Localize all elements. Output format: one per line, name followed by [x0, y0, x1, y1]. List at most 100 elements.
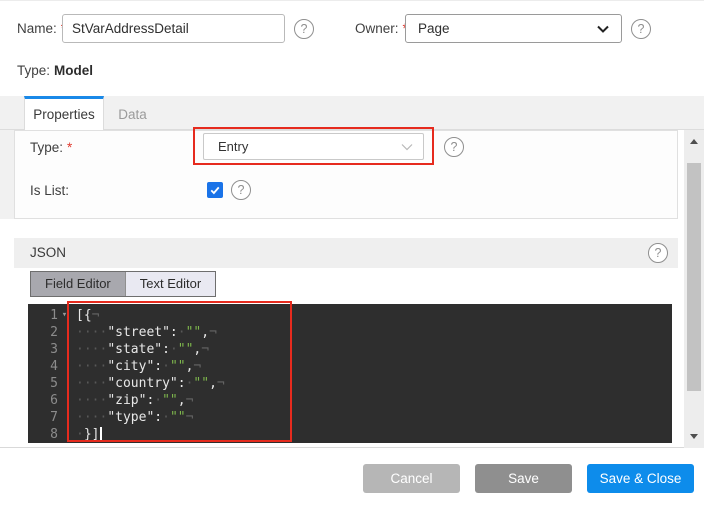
tab-data-label: Data: [118, 107, 147, 122]
code-segment: "": [170, 410, 186, 425]
tab-properties[interactable]: Properties: [24, 96, 104, 130]
line-number: 4: [28, 358, 58, 375]
code-segment: ····: [76, 342, 107, 357]
code-line: 7 ····"type":·""¬: [28, 409, 672, 426]
code-text: ····"type":·""¬: [76, 409, 193, 426]
is-list-checkbox[interactable]: [207, 182, 223, 198]
code-segment: "type":: [107, 410, 162, 425]
code-segment: "city":: [107, 359, 162, 374]
field-editor-button[interactable]: Field Editor: [31, 272, 125, 296]
type-value-text: Model: [54, 63, 93, 78]
code-segment: ····: [76, 376, 107, 391]
code-text: ····"city":·"",¬: [76, 358, 201, 375]
fold-gutter: [58, 358, 71, 375]
scroll-up-arrow-icon[interactable]: [690, 139, 698, 144]
fold-gutter: [58, 375, 71, 392]
type-selected-value: Entry: [218, 139, 401, 154]
content-footer-divider: [0, 447, 704, 448]
question-mark-glyph: ?: [238, 184, 245, 197]
cancel-button[interactable]: Cancel: [363, 464, 460, 493]
code-segment: ·: [76, 427, 84, 442]
line-number: 3: [28, 341, 58, 358]
code-segment: ,: [178, 393, 186, 408]
text-editor-button[interactable]: Text Editor: [125, 272, 215, 296]
chevron-down-icon: [401, 143, 413, 151]
code-line: 8 ·}]: [28, 426, 672, 443]
code-text: ····"street":·"",¬: [76, 324, 217, 341]
code-segment: "state":: [107, 342, 170, 357]
code-segment: "": [178, 342, 194, 357]
owner-select[interactable]: Page: [405, 14, 622, 43]
code-segment: ,: [209, 376, 217, 391]
tab-properties-label: Properties: [33, 107, 95, 122]
code-text: ·}]: [76, 426, 102, 443]
code-segment: ·: [170, 342, 178, 357]
save-and-close-button[interactable]: Save & Close: [587, 464, 694, 493]
variable-editor-dialog: Name:* ? Owner:* Page ? Type:Model Prope…: [0, 0, 704, 511]
fold-gutter: [58, 324, 71, 341]
code-segment: "": [193, 376, 209, 391]
prop-type-label: Type: *: [30, 140, 72, 155]
help-icon[interactable]: ?: [294, 19, 314, 39]
help-icon[interactable]: ?: [631, 19, 651, 39]
type-dropdown[interactable]: Entry: [203, 133, 424, 160]
is-list-label: Is List:: [30, 183, 69, 198]
line-number: 5: [28, 375, 58, 392]
code-segment: "zip":: [107, 393, 154, 408]
code-segment: ¬: [92, 308, 100, 323]
code-segment: ····: [76, 393, 107, 408]
line-number: 1: [28, 307, 58, 324]
code-lines: 1▾[{¬2····"street":·"",¬3····"state":·""…: [28, 307, 672, 443]
question-mark-glyph: ?: [451, 141, 458, 154]
code-segment: ¬: [217, 376, 225, 391]
type-label-text: Type:: [17, 63, 50, 78]
question-mark-glyph: ?: [638, 23, 645, 36]
help-icon[interactable]: ?: [648, 243, 668, 263]
code-segment: ····: [76, 410, 107, 425]
code-segment: "": [170, 359, 186, 374]
code-segment: ·: [162, 359, 170, 374]
code-line: 6 ····"zip":·"",¬: [28, 392, 672, 409]
code-segment: ····: [76, 359, 107, 374]
text-cursor: [100, 427, 102, 440]
json-section-title: JSON: [30, 238, 66, 268]
save-button[interactable]: Save: [475, 464, 572, 493]
code-segment: ,: [201, 325, 209, 340]
vertical-scrollbar[interactable]: [684, 130, 704, 448]
fold-gutter: [58, 409, 71, 426]
owner-selected-value: Page: [418, 21, 597, 36]
json-section-header: JSON ?: [14, 238, 678, 268]
code-segment: ·: [154, 393, 162, 408]
code-segment: ¬: [186, 393, 194, 408]
code-segment: ¬: [201, 342, 209, 357]
line-number: 8: [28, 426, 58, 443]
code-text: ····"zip":·"",¬: [76, 392, 193, 409]
line-number: 6: [28, 392, 58, 409]
code-line: 1▾ [{¬: [28, 307, 672, 324]
name-input[interactable]: [62, 14, 285, 43]
code-line: 3····"state":·"",¬: [28, 341, 672, 358]
fold-gutter: [58, 392, 71, 409]
name-label-text: Name:: [17, 21, 57, 36]
help-icon[interactable]: ?: [444, 137, 464, 157]
question-mark-glyph: ?: [301, 23, 308, 36]
scrollbar-thumb[interactable]: [687, 163, 701, 391]
code-segment: "": [186, 325, 202, 340]
help-icon[interactable]: ?: [231, 180, 251, 200]
tab-data[interactable]: Data: [104, 99, 161, 130]
code-line: 2····"street":·"",¬: [28, 324, 672, 341]
line-number: 7: [28, 409, 58, 426]
json-code-editor[interactable]: 1▾[{¬2····"street":·"",¬3····"state":·""…: [28, 304, 672, 443]
prop-type-label-text: Type:: [30, 140, 63, 155]
code-segment: "street":: [107, 325, 177, 340]
fold-arrow-icon[interactable]: ▾: [58, 307, 71, 324]
code-segment: "": [162, 393, 178, 408]
code-segment: [{: [76, 308, 92, 323]
question-mark-glyph: ?: [655, 247, 662, 260]
required-asterisk: *: [67, 140, 72, 155]
checkmark-icon: [209, 184, 221, 196]
scroll-down-arrow-icon[interactable]: [690, 434, 698, 439]
panel-left-margin: [0, 130, 14, 219]
code-line: 5····"country":·"",¬: [28, 375, 672, 392]
code-segment: ¬: [193, 359, 201, 374]
